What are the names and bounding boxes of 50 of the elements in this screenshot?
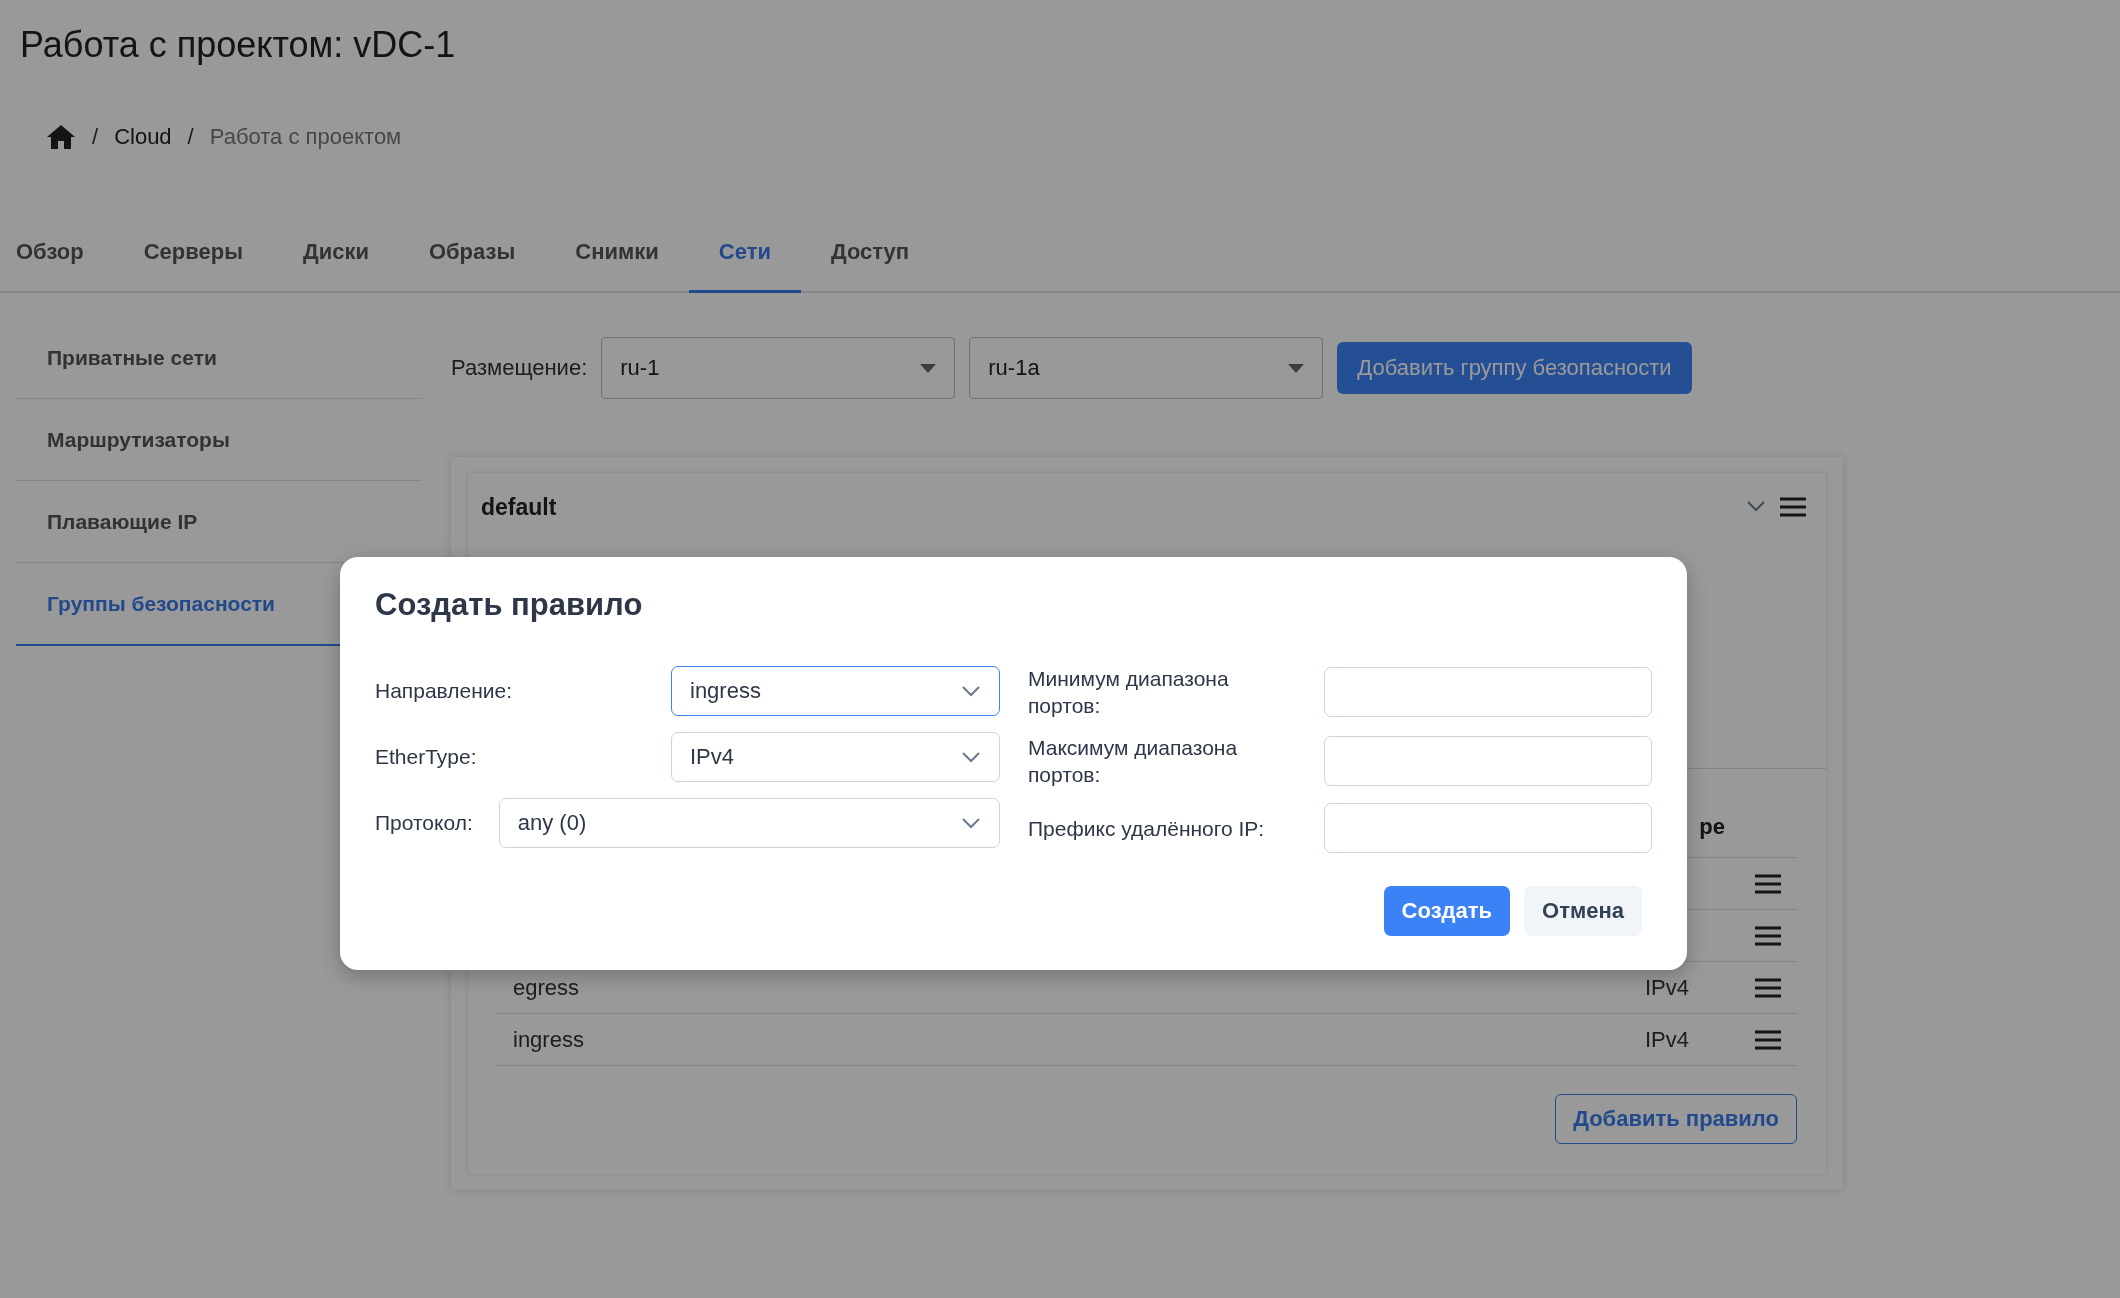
page-title: Работа с проектом: vDC-1: [19, 23, 457, 66]
input-field[interactable]: [1323, 803, 1652, 854]
dropdown-field[interactable]: ingress: [671, 666, 1000, 716]
input-field[interactable]: [1323, 667, 1652, 718]
nav-tab[interactable]: Серверы: [113, 239, 273, 293]
group-name: default: [481, 493, 557, 521]
table-cell-text: ingress: [513, 1026, 585, 1053]
field-label: Префикс удалённого IP:: [1028, 815, 1266, 842]
chevron-down-icon: [961, 817, 981, 829]
field-label: Минимум диапазона портов:: [1028, 666, 1230, 720]
row-menu-icon[interactable]: [1755, 873, 1781, 894]
table-cell: IPv4: [1644, 974, 1689, 1001]
row-menu-icon[interactable]: [1755, 1029, 1781, 1050]
input-field[interactable]: [1323, 735, 1652, 786]
breadcrumb-separator: /: [92, 124, 99, 150]
region-select[interactable]: ru-1: [601, 337, 956, 399]
home-icon[interactable]: [46, 124, 76, 150]
zone-select[interactable]: ru-1a: [969, 337, 1324, 399]
nav-tab[interactable]: Сети: [688, 239, 801, 293]
field-label: EtherType:: [375, 745, 477, 769]
column-header: pe: [1699, 814, 1725, 840]
chevron-down-icon: [961, 751, 981, 763]
placement-label: Размещение:: [451, 355, 588, 381]
add-rule-button[interactable]: Добавить правило: [1555, 1094, 1797, 1144]
row-menu-icon[interactable]: [1755, 925, 1781, 946]
table-cell: IPv4: [1644, 1026, 1689, 1053]
nav-tab[interactable]: Доступ: [800, 239, 940, 293]
table-cell-text: egress: [513, 974, 581, 1001]
breadcrumb-separator: /: [187, 124, 194, 150]
nav-tab[interactable]: Обзор: [0, 239, 114, 293]
field-label: Протокол:: [375, 811, 473, 835]
dropdown-field[interactable]: any (0): [498, 798, 1000, 848]
sidebar-item[interactable]: Маршрутизаторы: [16, 399, 422, 481]
dropdown-caret-icon: [920, 363, 937, 373]
create-button[interactable]: Создать: [1383, 886, 1511, 937]
dropdown-field[interactable]: IPv4: [671, 732, 1000, 782]
field-label: Направление:: [375, 679, 513, 703]
dropdown-caret-icon: [1288, 363, 1305, 373]
chevron-down-icon: [1746, 500, 1766, 512]
nav-tab[interactable]: Снимки: [545, 239, 689, 293]
breadcrumb-link[interactable]: Cloud: [114, 124, 172, 150]
add-group-button[interactable]: Добавить группу безопасности: [1337, 342, 1692, 394]
row-menu-icon[interactable]: [1755, 977, 1781, 998]
nav-tab[interactable]: Диски: [272, 239, 399, 293]
menu-icon[interactable]: [1780, 497, 1806, 517]
chevron-down-icon: [961, 685, 981, 697]
cancel-button[interactable]: Отмена: [1524, 886, 1642, 937]
field-label: Максимум диапазона портов:: [1028, 734, 1239, 788]
nav-tab[interactable]: Образы: [398, 239, 546, 293]
sidebar-item[interactable]: Приватные сети: [16, 317, 422, 399]
